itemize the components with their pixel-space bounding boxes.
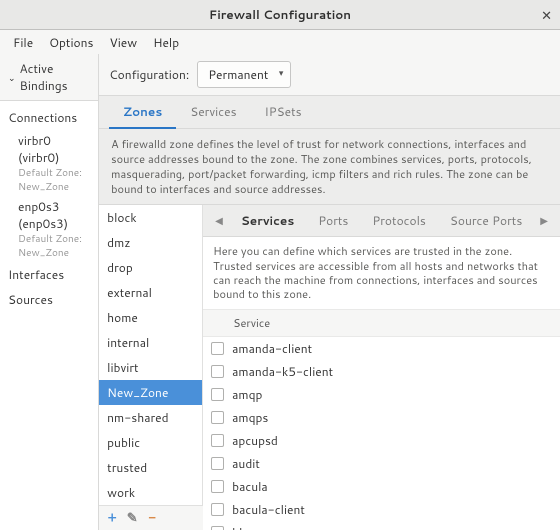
service-label: amanda-client: [232, 340, 312, 357]
service-row[interactable]: bacula-client: [203, 498, 560, 521]
zone-item[interactable]: trusted: [99, 455, 202, 480]
menu-view[interactable]: View: [102, 31, 144, 54]
main-area: ⌄ Active Bindings Connections virbr0 (vi…: [0, 54, 560, 530]
sidebar-section-sources[interactable]: Sources: [0, 287, 98, 312]
sidebar-header-active-bindings[interactable]: ⌄ Active Bindings: [0, 54, 98, 101]
inner-tab-source-ports[interactable]: Source Ports: [438, 205, 534, 236]
edit-zone-icon[interactable]: ✎: [123, 509, 141, 527]
service-list[interactable]: Service amanda-client amanda-k5-client amq…: [203, 309, 560, 530]
service-checkbox[interactable]: [211, 342, 224, 355]
zone-item[interactable]: nm-shared: [99, 405, 202, 430]
scroll-right-icon[interactable]: ▶: [534, 208, 554, 234]
service-row[interactable]: amanda-k5-client: [203, 360, 560, 383]
configuration-value: Permanent: [208, 66, 268, 83]
service-checkbox[interactable]: [211, 526, 224, 530]
zone-item[interactable]: home: [99, 305, 202, 330]
service-row[interactable]: amqps: [203, 406, 560, 429]
sidebar-body: Connections virbr0 (virbr0) Default Zone…: [0, 101, 98, 316]
content-area: Configuration: Permanent Zones Services …: [99, 54, 560, 530]
zone-item[interactable]: libvirt: [99, 355, 202, 380]
configuration-row: Configuration: Permanent: [99, 54, 560, 95]
service-row[interactable]: amqp: [203, 383, 560, 406]
zone-item[interactable]: drop: [99, 255, 202, 280]
service-checkbox[interactable]: [211, 434, 224, 447]
service-checkbox[interactable]: [211, 457, 224, 470]
menu-file[interactable]: File: [6, 31, 40, 54]
sidebar: ⌄ Active Bindings Connections virbr0 (vi…: [0, 54, 99, 530]
service-label: amqp: [232, 386, 262, 403]
services-description: Here you can define which services are t…: [203, 237, 560, 308]
service-label: amqps: [232, 409, 268, 426]
outer-tabs: Zones Services IPSets: [99, 95, 560, 129]
zone-item[interactable]: internal: [99, 330, 202, 355]
service-list-header: Service: [203, 310, 560, 337]
tab-zones[interactable]: Zones: [109, 96, 176, 129]
connection-name: enp0s3 (enp0s3): [18, 198, 90, 232]
remove-zone-icon[interactable]: −: [143, 509, 161, 527]
inner-tab-protocols[interactable]: Protocols: [360, 205, 438, 236]
service-checkbox[interactable]: [211, 388, 224, 401]
service-row[interactable]: apcupsd: [203, 429, 560, 452]
tab-ipsets[interactable]: IPSets: [251, 96, 316, 128]
zone-list[interactable]: blockdmzdropexternalhomeinternallibvirtN…: [99, 205, 203, 505]
zone-detail-pane: ◀ Services Ports Protocols Source Ports …: [203, 205, 560, 530]
configuration-combo[interactable]: Permanent: [197, 61, 291, 88]
scroll-left-icon[interactable]: ◀: [209, 208, 229, 234]
sidebar-section-connections[interactable]: Connections: [0, 105, 98, 130]
inner-tab-ports[interactable]: Ports: [306, 205, 360, 236]
tab-services[interactable]: Services: [176, 96, 250, 128]
zone-item[interactable]: work: [99, 480, 202, 505]
zone-item[interactable]: New_Zone: [99, 380, 202, 405]
service-label: bacula-client: [232, 501, 305, 518]
close-icon[interactable]: ✕: [541, 7, 552, 25]
service-row[interactable]: audit: [203, 452, 560, 475]
connection-sub: Default Zone: New_Zone: [18, 232, 90, 260]
service-checkbox[interactable]: [211, 480, 224, 493]
configuration-label: Configuration:: [109, 66, 189, 83]
add-zone-icon[interactable]: +: [103, 509, 121, 527]
chevron-down-icon: ⌄: [8, 71, 16, 84]
zone-item[interactable]: external: [99, 280, 202, 305]
service-label: amanda-k5-client: [232, 363, 333, 380]
service-checkbox[interactable]: [211, 365, 224, 378]
zone-item[interactable]: dmz: [99, 230, 202, 255]
connection-item[interactable]: virbr0 (virbr0) Default Zone: New_Zone: [0, 130, 98, 196]
zones-panel: blockdmzdropexternalhomeinternallibvirtN…: [99, 204, 560, 530]
service-checkbox[interactable]: [211, 503, 224, 516]
service-row[interactable]: bb: [203, 521, 560, 530]
menu-help[interactable]: Help: [146, 31, 186, 54]
service-label: bb: [232, 524, 246, 530]
inner-tab-services[interactable]: Services: [229, 205, 306, 236]
zone-toolbar: + ✎ −: [99, 505, 203, 530]
service-row[interactable]: amanda-client: [203, 337, 560, 360]
inner-tabs: ◀ Services Ports Protocols Source Ports …: [203, 205, 560, 237]
service-label: apcupsd: [232, 432, 278, 449]
zone-item[interactable]: block: [99, 205, 202, 230]
zone-description: A firewalld zone defines the level of tr…: [99, 129, 560, 204]
sidebar-section-interfaces[interactable]: Interfaces: [0, 262, 98, 287]
connection-item[interactable]: enp0s3 (enp0s3) Default Zone: New_Zone: [0, 196, 98, 262]
menu-options[interactable]: Options: [42, 31, 100, 54]
connection-name: virbr0 (virbr0): [18, 132, 90, 166]
titlebar: Firewall Configuration ✕: [0, 0, 560, 30]
window-title: Firewall Configuration: [209, 6, 351, 23]
zone-item[interactable]: public: [99, 430, 202, 455]
service-checkbox[interactable]: [211, 411, 224, 424]
service-label: bacula: [232, 478, 268, 495]
service-row[interactable]: bacula: [203, 475, 560, 498]
sidebar-header-label: Active Bindings: [20, 60, 91, 94]
menubar: File Options View Help: [0, 30, 560, 54]
connection-sub: Default Zone: New_Zone: [18, 166, 90, 194]
service-label: audit: [232, 455, 260, 472]
